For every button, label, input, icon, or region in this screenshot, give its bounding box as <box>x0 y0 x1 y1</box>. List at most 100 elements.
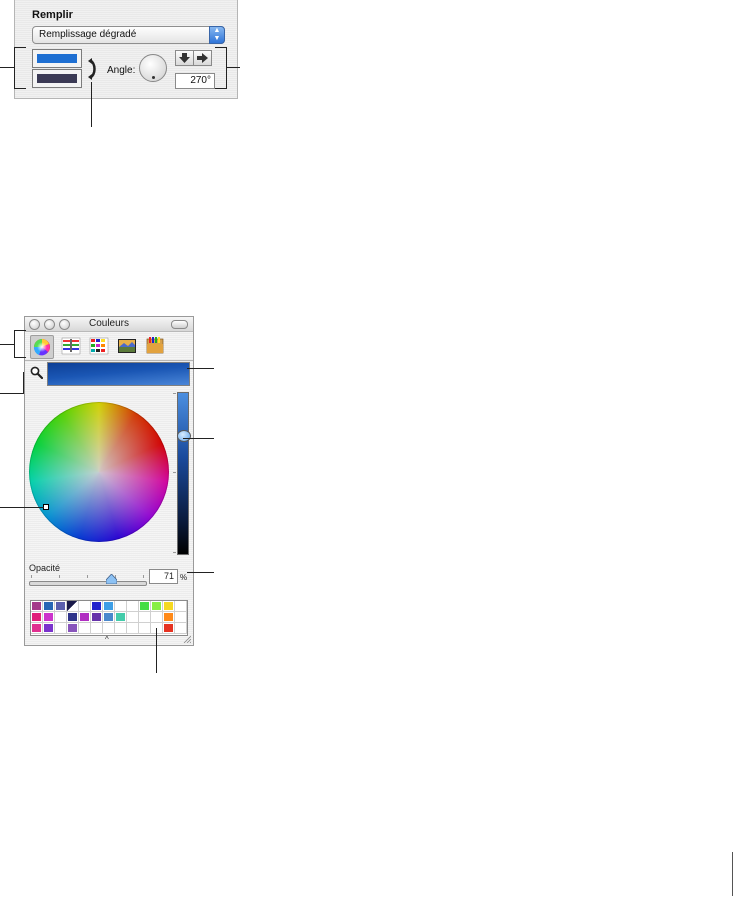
color-palettes-tab[interactable] <box>88 335 110 357</box>
callout-line-right <box>226 67 240 68</box>
slider-tick <box>173 393 176 394</box>
color-swatch[interactable] <box>151 623 163 634</box>
gradient-start-color-well[interactable] <box>32 49 82 68</box>
color-swatch[interactable] <box>127 601 139 612</box>
callout-bracket-toolbar-top <box>14 330 26 331</box>
color-swatch[interactable] <box>115 612 127 623</box>
page-edge-rule <box>732 852 733 896</box>
horizontal-direction-button[interactable] <box>193 50 212 66</box>
angle-field[interactable]: 270° <box>175 73 215 89</box>
window-title: Couleurs <box>88 318 130 329</box>
color-swatch[interactable] <box>79 623 91 634</box>
brightness-slider[interactable] <box>177 392 189 555</box>
callout-line-magnifier-vert <box>23 372 24 394</box>
fill-inspector-panel: Remplir Remplissage dégradé ▲ ▼ Angle: 27… <box>14 0 238 99</box>
color-wheel-icon <box>33 339 50 356</box>
color-swatch[interactable] <box>175 612 187 623</box>
current-color-swatch[interactable] <box>47 362 190 386</box>
color-swatch[interactable] <box>31 623 43 634</box>
slider-tick <box>59 575 60 578</box>
fill-type-popup[interactable]: Remplissage dégradé ▲ ▼ <box>32 26 225 44</box>
crayons-icon <box>146 337 164 354</box>
opacity-label: Opacité <box>29 563 61 573</box>
callout-line-color-bar <box>187 368 214 369</box>
color-swatch[interactable] <box>151 601 163 612</box>
gradient-end-color-well[interactable] <box>32 69 82 88</box>
magnifier-icon[interactable] <box>30 366 43 379</box>
color-swatch[interactable] <box>103 601 115 612</box>
color-swatch[interactable] <box>115 601 127 612</box>
gradient-end-swatch <box>37 74 77 83</box>
color-swatch[interactable] <box>55 601 67 612</box>
color-swatch[interactable] <box>163 623 175 634</box>
callout-line-opacity <box>187 572 214 573</box>
color-swatch[interactable] <box>163 601 175 612</box>
colors-window: Couleurs Opacité 71 % ^ <box>24 316 194 646</box>
color-swatch[interactable] <box>67 623 79 634</box>
opacity-slider[interactable] <box>29 581 147 586</box>
color-sliders-tab[interactable] <box>60 335 82 357</box>
swatch-drawer-handle[interactable]: ^ <box>105 635 109 644</box>
color-swatch[interactable] <box>55 612 67 623</box>
slider-tick <box>173 552 176 553</box>
color-swatch[interactable] <box>79 601 91 612</box>
slider-tick <box>31 575 32 578</box>
color-wheel-tab[interactable] <box>30 335 54 359</box>
gradient-start-swatch <box>37 54 77 63</box>
color-swatch[interactable] <box>43 623 55 634</box>
color-swatch[interactable] <box>139 612 151 623</box>
arrow-right-icon <box>197 53 208 63</box>
color-swatch[interactable] <box>127 623 139 634</box>
color-swatch[interactable] <box>175 601 187 612</box>
color-swatch-grid <box>30 600 188 636</box>
color-swatch[interactable] <box>175 623 187 634</box>
color-swatch[interactable] <box>31 601 43 612</box>
angle-label: Angle: <box>107 65 136 76</box>
callout-bracket-left-top <box>14 47 26 48</box>
color-wheel-shade <box>29 402 169 542</box>
callout-line-wheel-cursor <box>0 507 44 508</box>
fill-section-title: Remplir <box>32 9 73 21</box>
color-swatch[interactable] <box>151 612 163 623</box>
color-swatch[interactable] <box>79 612 91 623</box>
color-swatch[interactable] <box>139 601 151 612</box>
vertical-direction-button[interactable] <box>175 50 194 66</box>
image-palettes-icon <box>118 339 136 353</box>
color-swatch[interactable] <box>91 601 103 612</box>
angle-dial[interactable] <box>139 54 167 82</box>
color-swatch[interactable] <box>67 612 79 623</box>
callout-bracket-toolbar <box>14 330 15 357</box>
color-swatch[interactable] <box>91 623 103 634</box>
callout-bracket-left <box>14 47 15 88</box>
resize-grip-icon[interactable] <box>183 635 191 643</box>
window-titlebar[interactable]: Couleurs <box>25 317 193 332</box>
slider-tick <box>87 575 88 578</box>
color-swatch[interactable] <box>43 612 55 623</box>
color-swatch[interactable] <box>67 601 79 612</box>
callout-line-brightness <box>183 438 214 439</box>
image-palettes-tab[interactable] <box>116 335 138 357</box>
color-palettes-icon <box>89 337 109 355</box>
color-swatch[interactable] <box>43 601 55 612</box>
slider-tick <box>143 575 144 578</box>
swap-colors-icon[interactable] <box>87 58 97 80</box>
opacity-slider-thumb[interactable] <box>106 574 118 584</box>
callout-line-toolbar <box>0 344 14 345</box>
color-swatch[interactable] <box>91 612 103 623</box>
toolbar-toggle-button[interactable] <box>171 320 188 329</box>
color-swatch[interactable] <box>115 623 127 634</box>
color-swatch[interactable] <box>103 612 115 623</box>
slider-tick <box>173 472 176 473</box>
opacity-unit: % <box>180 573 188 582</box>
color-swatch[interactable] <box>139 623 151 634</box>
color-sliders-icon <box>61 337 81 355</box>
color-swatch[interactable] <box>163 612 175 623</box>
crayons-tab[interactable] <box>144 335 166 357</box>
color-swatch[interactable] <box>103 623 115 634</box>
color-swatch[interactable] <box>55 623 67 634</box>
callout-bracket-toolbar-bottom <box>14 357 26 358</box>
color-swatch[interactable] <box>31 612 43 623</box>
callout-bracket-left-bottom <box>14 88 26 89</box>
color-swatch[interactable] <box>127 612 139 623</box>
opacity-field[interactable]: 71 <box>149 569 178 584</box>
